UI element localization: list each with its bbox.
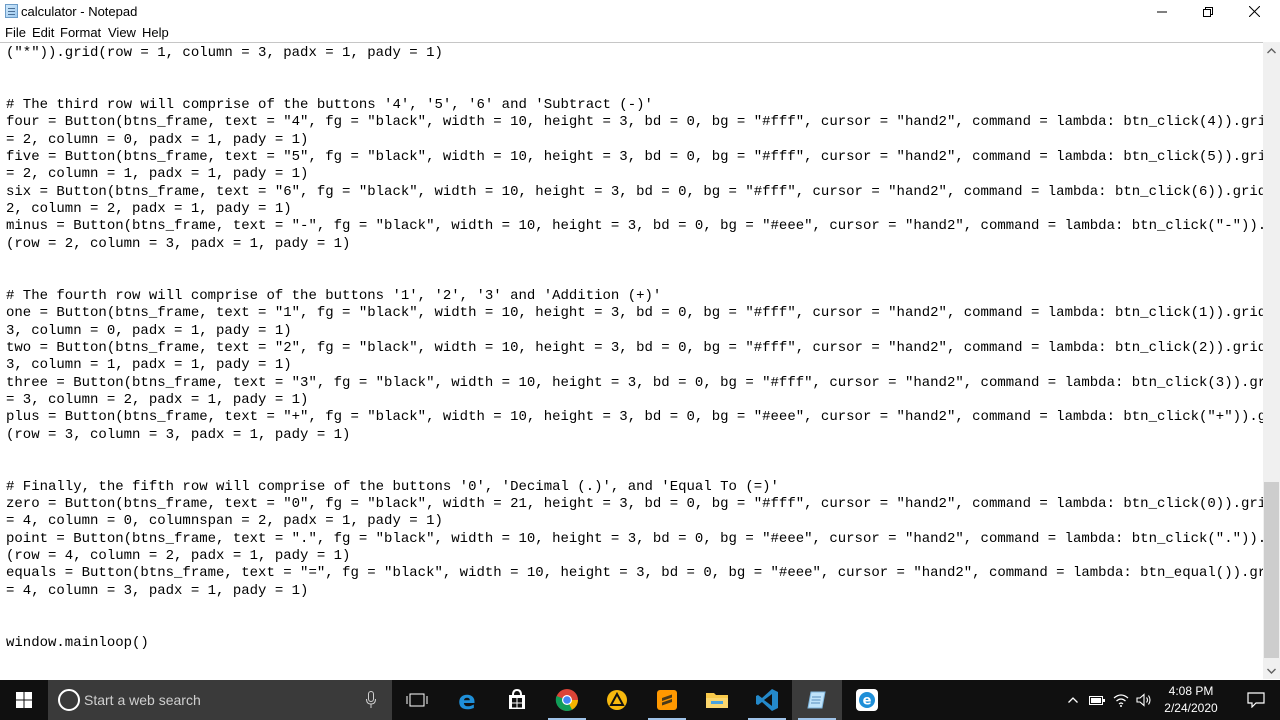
vscode-icon (756, 689, 778, 711)
wifi-icon (1113, 694, 1129, 707)
code-line: six = Button(btns_frame, text = "6", fg … (6, 183, 1263, 200)
minimize-icon (1157, 11, 1167, 12)
sublime-text-icon (657, 690, 677, 710)
task-view-button[interactable] (392, 680, 442, 720)
notepad-icon (807, 691, 826, 709)
tray-overflow-button[interactable] (1062, 680, 1084, 720)
code-line: two = Button(btns_frame, text = "2", fg … (6, 339, 1263, 356)
taskbar-ie[interactable]: e (842, 680, 892, 720)
code-line: plus = Button(btns_frame, text = "+", fg… (6, 409, 1263, 426)
close-button[interactable] (1231, 0, 1277, 23)
menu-view[interactable]: View (108, 25, 136, 40)
chevron-up-icon (1068, 697, 1078, 703)
window-title: calculator - Notepad (21, 4, 138, 19)
code-line: window.mainloop() (6, 634, 149, 651)
code-line: # The third row will comprise of the but… (6, 97, 653, 114)
edge-icon: e (458, 688, 476, 712)
menu-bar: File Edit Format View Help (0, 23, 1280, 42)
taskbar-vscode[interactable] (742, 680, 792, 720)
code-line: = 2, column = 1, padx = 1, pady = 1) (6, 166, 309, 183)
menu-format[interactable]: Format (60, 25, 101, 40)
taskbar: Start a web search e e 4:08 PM 2/24/2020 (0, 680, 1280, 720)
taskbar-notepad[interactable] (792, 680, 842, 720)
code-line: (row = 4, column = 2, padx = 1, pady = 1… (6, 547, 351, 564)
clock-date: 2/24/2020 (1164, 701, 1218, 715)
code-line: point = Button(btns_frame, text = ".", f… (6, 530, 1263, 547)
warning-triangle-icon (607, 690, 627, 710)
task-view-icon (406, 693, 428, 707)
taskbar-chrome[interactable] (542, 680, 592, 720)
store-icon (509, 689, 525, 709)
code-line: 2, column = 2, padx = 1, pady = 1) (6, 201, 292, 218)
svg-text:e: e (863, 694, 872, 709)
code-line: = 2, column = 0, padx = 1, pady = 1) (6, 131, 309, 148)
code-line: four = Button(btns_frame, text = "4", fg… (6, 114, 1263, 131)
svg-text:e: e (458, 688, 476, 712)
code-line: equals = Button(btns_frame, text = "=", … (6, 565, 1263, 582)
code-line: = 4, column = 3, padx = 1, pady = 1) (6, 582, 309, 599)
internet-explorer-icon: e (856, 689, 878, 711)
scroll-thumb[interactable] (1264, 482, 1279, 658)
start-button[interactable] (0, 680, 48, 720)
tray-wifi[interactable] (1110, 680, 1132, 720)
code-line: 3, column = 1, padx = 1, pady = 1) (6, 357, 292, 374)
notepad-app-icon (5, 4, 18, 18)
clock[interactable]: 4:08 PM 2/24/2020 (1151, 683, 1231, 717)
cortana-icon (58, 689, 80, 711)
code-line: (row = 3, column = 3, padx = 1, pady = 1… (6, 426, 351, 443)
code-line: 3, column = 0, padx = 1, pady = 1) (6, 322, 292, 339)
menu-help[interactable]: Help (142, 25, 169, 40)
search-placeholder: Start a web search (84, 692, 201, 708)
volume-icon (1136, 693, 1151, 707)
chevron-up-icon (1267, 47, 1276, 53)
code-line: = 4, column = 0, columnspan = 2, padx = … (6, 513, 443, 530)
folder-icon (706, 693, 728, 708)
clock-time: 4:08 PM (1168, 684, 1214, 698)
code-line: five = Button(btns_frame, text = "5", fg… (6, 149, 1263, 166)
code-line: # The fourth row will comprise of the bu… (6, 287, 662, 304)
editor-content[interactable]: ("*")).grid(row = 1, column = 3, padx = … (6, 45, 1263, 652)
code-line: one = Button(btns_frame, text = "1", fg … (6, 305, 1263, 322)
restore-button[interactable] (1185, 0, 1231, 23)
chrome-icon (555, 689, 578, 711)
text-editor[interactable]: ("*")).grid(row = 1, column = 3, padx = … (0, 42, 1263, 679)
code-line: ("*")).grid(row = 1, column = 3, padx = … (6, 45, 443, 61)
minimize-button[interactable] (1139, 0, 1185, 23)
windows-logo-icon (16, 692, 32, 708)
action-center-button[interactable] (1232, 680, 1280, 720)
code-line: minus = Button(btns_frame, text = "-", f… (6, 218, 1263, 235)
vertical-scrollbar[interactable] (1263, 42, 1280, 679)
taskbar-edge[interactable]: e (442, 680, 492, 720)
tray-battery[interactable] (1086, 680, 1108, 720)
scroll-down-button[interactable] (1263, 662, 1280, 679)
code-line: (row = 2, column = 3, padx = 1, pady = 1… (6, 235, 351, 252)
restore-icon (1203, 6, 1213, 17)
code-line: three = Button(btns_frame, text = "3", f… (6, 374, 1263, 391)
notification-icon (1247, 692, 1265, 708)
close-icon (1248, 6, 1260, 17)
taskbar-warning-app[interactable] (592, 680, 642, 720)
code-line: = 3, column = 2, padx = 1, pady = 1) (6, 391, 309, 408)
code-line: zero = Button(btns_frame, text = "0", fg… (6, 495, 1263, 512)
taskbar-file-explorer[interactable] (692, 680, 742, 720)
search-box[interactable]: Start a web search (48, 680, 392, 720)
title-bar[interactable]: calculator - Notepad (0, 0, 1280, 23)
menu-edit[interactable]: Edit (32, 25, 54, 40)
battery-icon (1089, 695, 1105, 705)
microphone-icon[interactable] (366, 691, 376, 709)
taskbar-store[interactable] (492, 680, 542, 720)
chevron-down-icon (1267, 668, 1276, 674)
scroll-up-button[interactable] (1263, 42, 1280, 59)
taskbar-sublime[interactable] (642, 680, 692, 720)
code-line: # Finally, the fifth row will comprise o… (6, 478, 779, 495)
menu-file[interactable]: File (5, 25, 26, 40)
